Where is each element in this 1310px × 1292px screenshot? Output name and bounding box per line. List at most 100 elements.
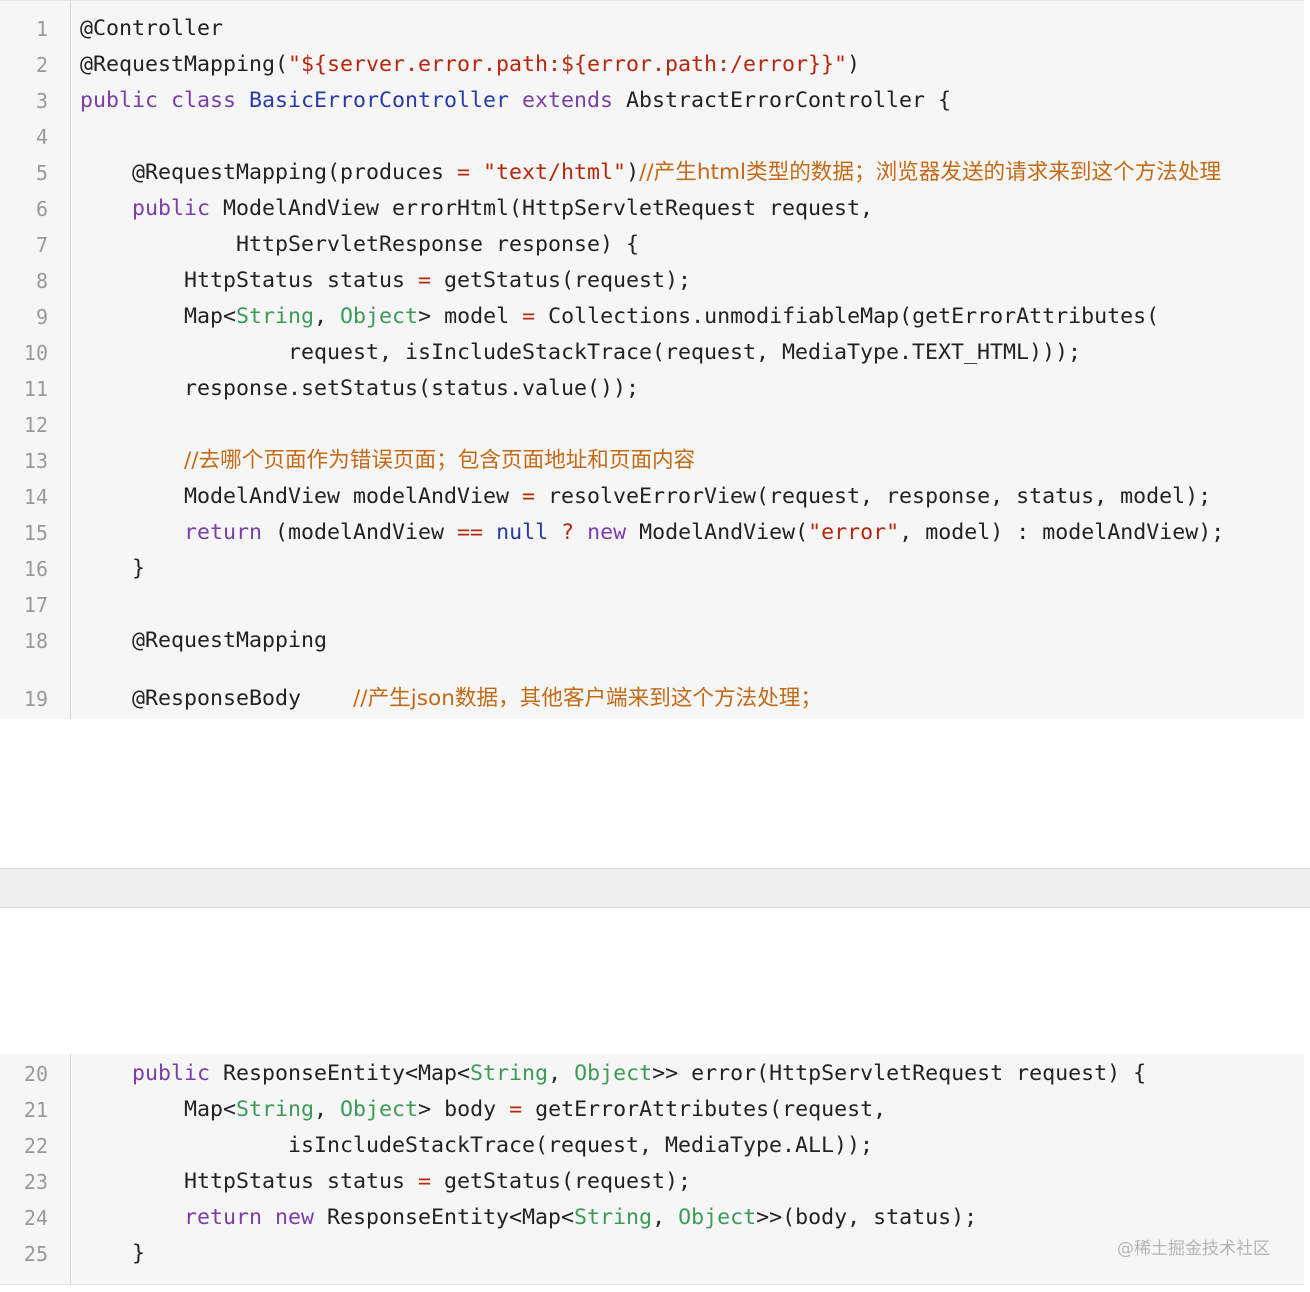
code-token: ResponseEntity<Map<: [314, 1205, 575, 1230]
code-token: ,: [314, 1097, 341, 1122]
code-token: =: [522, 304, 536, 329]
code-token: =: [418, 1169, 432, 1194]
line-number: 2: [35, 53, 48, 77]
code-text: request, isIncludeStackTrace(request, Me…: [80, 335, 1081, 371]
code-text: @RequestMapping("${server.error.path:${e…: [80, 47, 860, 83]
code-text: @Controller: [80, 11, 223, 47]
code-token: HttpServletResponse response) {: [80, 232, 640, 257]
code-token: ,: [548, 1061, 575, 1086]
code-token: String: [470, 1061, 549, 1086]
code-token: Map<: [80, 304, 237, 329]
code-token: String: [574, 1205, 653, 1230]
code-token: String: [236, 304, 315, 329]
code-token: response.setStatus(status.value());: [80, 376, 640, 401]
code-line: 13 //去哪个页面作为错误页面；包含页面地址和页面内容: [0, 443, 1304, 479]
code-line: 1 @Controller: [0, 11, 1304, 47]
code-block-top: 1 @Controller 2 @RequestMapping("${server.e…: [0, 0, 1304, 719]
code-line: 22 isIncludeStackTrace(request, MediaTyp…: [0, 1128, 1304, 1164]
code-block-bottom: 20 public ResponseEntity<Map<String, Obj…: [0, 1054, 1304, 1285]
line-number: 9: [35, 305, 48, 329]
code-token: ==: [457, 520, 484, 545]
code-token: @RequestMapping(: [80, 52, 289, 77]
line-number: 11: [23, 377, 48, 401]
code-token: > model: [418, 304, 523, 329]
code-token: }: [80, 1241, 146, 1266]
code-line: 10 request, isIncludeStackTrace(request,…: [0, 335, 1304, 371]
code-token: resolveErrorView(request, response, stat…: [535, 484, 1212, 509]
code-token: >> error(HttpServletRequest request) {: [652, 1061, 1147, 1086]
code-line: 17: [0, 587, 1304, 623]
line-number: 17: [23, 593, 48, 617]
code-text: }: [80, 551, 145, 587]
line-number: 1: [35, 17, 48, 41]
line-number: 4: [35, 125, 48, 149]
code-line: 19 @ResponseBody //产生json数据，其他客户端来到这个方法处…: [0, 681, 1304, 717]
code-line: 21 Map<String, Object> body = getErrorAt…: [0, 1092, 1304, 1128]
code-text: HttpStatus status = getStatus(request);: [80, 1164, 691, 1200]
line-number: 7: [35, 233, 48, 257]
code-token: ,: [652, 1205, 679, 1230]
code-token: HttpStatus status: [80, 1169, 419, 1194]
code-token: =: [457, 160, 471, 185]
code-token: getStatus(request);: [431, 268, 692, 293]
code-token: public: [132, 1061, 211, 1086]
code-token: > body: [418, 1097, 510, 1122]
code-token: @Controller: [80, 16, 224, 41]
code-token: }: [80, 556, 146, 581]
code-line: 11 response.setStatus(status.value());: [0, 371, 1304, 407]
code-token: =: [522, 484, 536, 509]
line-number: 14: [23, 485, 48, 509]
line-number: 24: [23, 1206, 48, 1230]
code-token: HttpStatus status: [80, 268, 419, 293]
code-token: (modelAndView: [262, 520, 458, 545]
code-text: HttpStatus status = getStatus(request);: [80, 263, 691, 299]
code-token: Object: [340, 304, 419, 329]
code-token: //产生html类型的数据；浏览器发送的请求来到这个方法处理: [639, 160, 1222, 185]
code-text: return (modelAndView == null ? new Model…: [80, 515, 1224, 551]
code-line: 14 ModelAndView modelAndView = resolveEr…: [0, 479, 1304, 515]
code-token: //产生json数据，其他客户端来到这个方法处理；: [353, 686, 822, 711]
line-number: 18: [23, 629, 48, 653]
code-text: response.setStatus(status.value());: [80, 371, 639, 407]
code-token: @RequestMapping(produces: [80, 160, 458, 185]
code-token: return: [184, 520, 263, 545]
code-token: @RequestMapping: [80, 628, 328, 653]
code-token: ?: [561, 520, 575, 545]
code-token: ): [847, 52, 861, 77]
line-number: 22: [23, 1134, 48, 1158]
code-text: @RequestMapping(produces = "text/html")/…: [80, 155, 1221, 191]
code-text: public ModelAndView errorHtml(HttpServle…: [80, 191, 873, 227]
code-line: 4: [0, 119, 1304, 155]
code-token: Map<: [80, 1097, 237, 1122]
code-line: 18 @RequestMapping: [0, 623, 1304, 659]
code-text: public class BasicErrorController extend…: [80, 83, 951, 119]
code-line: 24 return new ResponseEntity<Map<String,…: [0, 1200, 1304, 1236]
code-line: 6 public ModelAndView errorHtml(HttpServ…: [0, 191, 1304, 227]
code-token: Object: [574, 1061, 653, 1086]
code-token: ModelAndView modelAndView: [80, 484, 523, 509]
code-token: request, isIncludeStackTrace(request, Me…: [80, 340, 1082, 365]
code-text: Map<String, Object> body = getErrorAttri…: [80, 1092, 886, 1128]
line-number: 16: [23, 557, 48, 581]
code-token: ,: [314, 304, 341, 329]
line-number: 23: [23, 1170, 48, 1194]
code-token: public: [132, 196, 211, 221]
code-token: BasicErrorController: [249, 88, 510, 113]
code-token: null: [496, 520, 549, 545]
code-token: //去哪个页面作为错误页面；包含页面地址和页面内容: [184, 448, 696, 473]
line-number: 5: [35, 161, 48, 185]
code-text: Map<String, Object> model = Collections.…: [80, 299, 1159, 335]
section-divider: [0, 868, 1310, 908]
code-token: getErrorAttributes(request,: [522, 1097, 887, 1122]
code-line: 20 public ResponseEntity<Map<String, Obj…: [0, 1056, 1304, 1092]
code-token: ModelAndView errorHtml(HttpServletReques…: [210, 196, 874, 221]
code-line: 8 HttpStatus status = getStatus(request)…: [0, 263, 1304, 299]
